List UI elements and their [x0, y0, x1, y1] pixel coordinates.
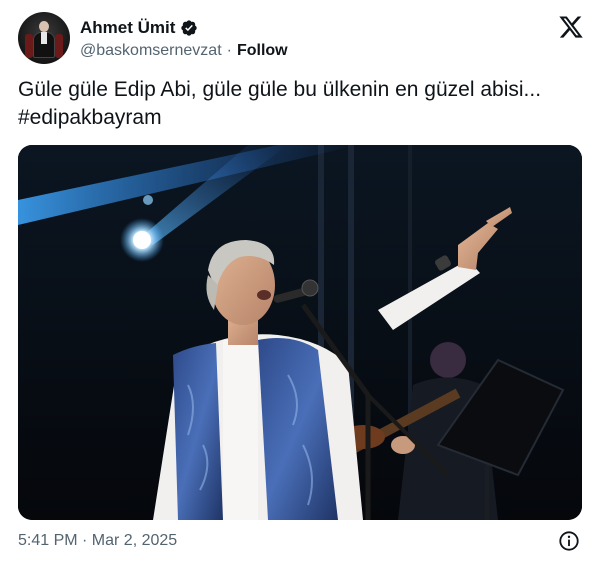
concert-photo-illustration: [18, 145, 582, 520]
handle-row: @baskomsernevzat · Follow: [80, 41, 288, 61]
tweet-header: Ahmet Ümit @baskomsernevzat · Follow: [18, 12, 584, 66]
separator-dot: ·: [226, 42, 232, 59]
verified-badge-icon: [181, 20, 198, 36]
x-logo-icon[interactable]: [558, 14, 584, 40]
author-display-name[interactable]: Ahmet Ümit: [80, 18, 175, 38]
tweet-card: Ahmet Ümit @baskomsernevzat · Follow Gül…: [0, 0, 600, 570]
follow-button[interactable]: Follow: [237, 42, 288, 60]
avatar[interactable]: [18, 12, 70, 64]
tweet-photo[interactable]: [18, 145, 582, 520]
info-icon[interactable]: [558, 530, 580, 552]
name-row: Ahmet Ümit: [80, 17, 198, 39]
author-handle[interactable]: @baskomsernevzat: [80, 42, 222, 60]
tweet-timestamp[interactable]: 5:41 PM · Mar 2, 2025: [18, 532, 177, 550]
tweet-text-line: Güle güle Edip Abi, güle güle bu ülkenin…: [18, 78, 542, 101]
hashtag-link[interactable]: #edipakbayram: [18, 104, 584, 132]
tweet-footer: 5:41 PM · Mar 2, 2025: [18, 530, 584, 552]
tweet-text: Güle güle Edip Abi, güle güle bu ülkenin…: [18, 76, 584, 132]
